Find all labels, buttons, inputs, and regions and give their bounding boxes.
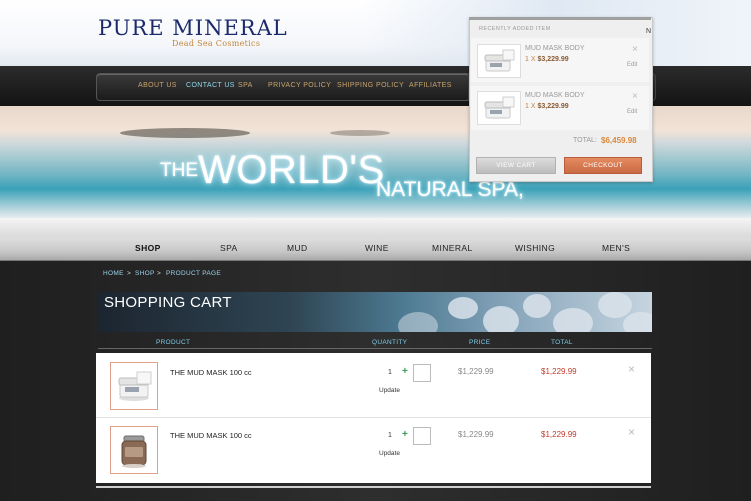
category-mineral[interactable]: MINERAL [432, 243, 473, 253]
mini-cart-total-value: $6,459.98 [601, 136, 637, 145]
page-title: SHOPPING CART [104, 294, 232, 311]
plus-icon[interactable]: + [402, 366, 408, 377]
hero-headline-worlds: WORLD'S [198, 148, 385, 192]
nav-privacy-policy[interactable]: PRIVACY POLICY [268, 82, 331, 89]
total-value: $1,229.99 [541, 430, 577, 439]
price-value: $1,229.99 [458, 430, 494, 439]
view-cart-button[interactable]: VIEW CART [476, 157, 556, 174]
total-value: $1,229.99 [541, 367, 577, 376]
hero-island-decoration [120, 128, 250, 138]
mini-cart-item-qty: 1 X $3,229.99 [525, 103, 569, 110]
nav-affiliates[interactable]: AFFILIATES [409, 82, 452, 89]
update-link[interactable]: Update [379, 387, 400, 394]
mini-cart-heading: RECENTLY ADDED ITEM [479, 26, 551, 32]
logo-subtitle: Dead Sea Cosmetics [172, 39, 261, 48]
column-header-total: TOTAL [551, 339, 573, 346]
table-footer-line [96, 486, 651, 488]
checkout-button[interactable]: CHECKOUT [564, 157, 642, 174]
partial-header-text: N [646, 28, 652, 35]
quantity-input[interactable] [413, 427, 431, 445]
breadcrumb-shop[interactable]: SHOP [135, 270, 155, 277]
hero-island-decoration [330, 130, 390, 136]
category-mud[interactable]: MUD [287, 243, 308, 253]
nav-contact-us[interactable]: CONTACT US [186, 82, 235, 89]
mini-cart-qty-prefix: 1 X [525, 103, 536, 110]
column-header-price: PRICE [469, 339, 491, 346]
mini-cart-total-label: TOTAL: [573, 137, 597, 144]
salt-crystal-decoration [398, 312, 438, 332]
quantity-value: 1 [388, 432, 392, 439]
white-jar-icon [484, 49, 515, 72]
column-header-quantity: QUANTITY [372, 339, 408, 346]
category-bar-top [0, 218, 751, 238]
white-jar-icon [484, 96, 515, 119]
row-divider [96, 417, 651, 418]
mini-cart-remove-icon[interactable]: × [632, 91, 638, 102]
mini-cart-product-image[interactable] [477, 91, 521, 125]
salt-crystal-decoration [523, 294, 551, 318]
nav-shipping-policy[interactable]: SHIPPING POLICY [337, 82, 404, 89]
header-divider [98, 348, 652, 349]
update-link[interactable]: Update [379, 450, 400, 457]
remove-item-icon[interactable]: × [628, 425, 635, 439]
mini-cart-edit-link[interactable]: Edit [627, 62, 637, 68]
category-mens[interactable]: MEN'S [602, 243, 630, 253]
salt-crystal-decoration [448, 297, 478, 319]
breadcrumb-home[interactable]: HOME [103, 270, 124, 277]
product-image-white-jar[interactable] [110, 362, 158, 410]
mini-cart-product-image[interactable] [477, 44, 521, 78]
plus-icon[interactable]: + [402, 429, 408, 440]
product-image-mud-jar[interactable] [110, 426, 158, 474]
mud-jar-icon [121, 435, 147, 468]
category-wine[interactable]: WINE [365, 243, 389, 253]
mini-cart-top-border [469, 17, 651, 20]
salt-crystal-decoration [623, 312, 652, 332]
nav-spa[interactable]: SPA [238, 82, 253, 89]
mini-cart-item-name[interactable]: MUD MASK BODY [525, 92, 585, 99]
breadcrumb-separator: > [127, 270, 131, 277]
breadcrumb-product-page[interactable]: PRODUCT PAGE [166, 270, 221, 277]
logo-title[interactable]: PURE MINERAL [98, 16, 288, 40]
mini-cart-item-price: $3,229.99 [537, 56, 569, 63]
salt-crystal-decoration [483, 306, 519, 332]
white-jar-icon [118, 371, 152, 401]
mini-cart-remove-icon[interactable]: × [632, 44, 638, 55]
mini-cart-qty-prefix: 1 X [525, 56, 536, 63]
nav-about-us[interactable]: ABOUT US [138, 82, 177, 89]
quantity-input[interactable] [413, 364, 431, 382]
column-header-product: PRODUCT [156, 339, 191, 346]
category-shop[interactable]: SHOP [135, 243, 161, 253]
salt-crystal-decoration [598, 292, 632, 318]
price-value: $1,229.99 [458, 367, 494, 376]
product-name[interactable]: THE MUD MASK 100 cc [170, 431, 252, 440]
product-name[interactable]: THE MUD MASK 100 cc [170, 368, 252, 377]
mini-cart-item-price: $3,229.99 [537, 103, 569, 110]
remove-item-icon[interactable]: × [628, 362, 635, 376]
breadcrumb-separator: > [157, 270, 161, 277]
quantity-value: 1 [388, 369, 392, 376]
category-spa[interactable]: SPA [220, 243, 238, 253]
category-wishing[interactable]: WISHING [515, 243, 555, 253]
salt-crystal-decoration [553, 308, 593, 332]
mini-cart-item-name[interactable]: MUD MASK BODY [525, 45, 585, 52]
mini-cart-item-qty: 1 X $3,229.99 [525, 56, 569, 63]
hero-headline-the: THE [160, 160, 198, 181]
mini-cart-edit-link[interactable]: Edit [627, 109, 637, 115]
